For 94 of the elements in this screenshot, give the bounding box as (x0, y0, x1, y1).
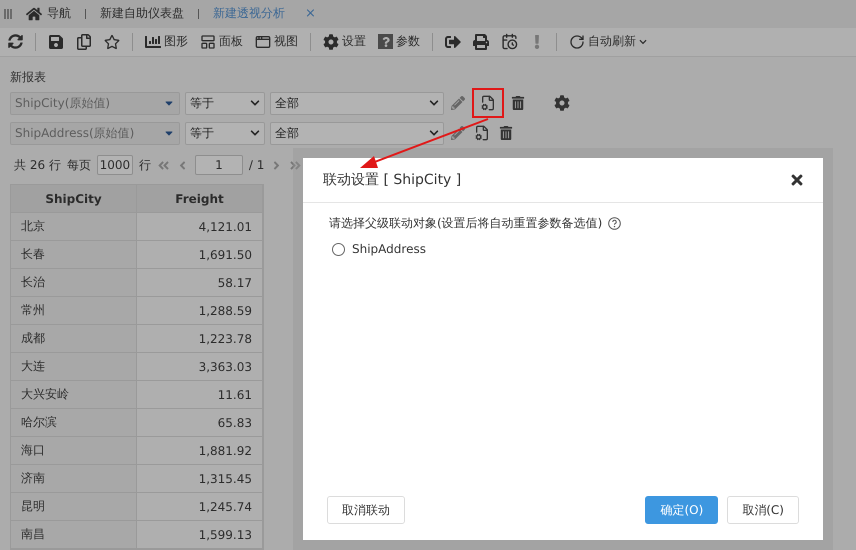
table-cell: 昆明 (11, 493, 137, 521)
home-icon (26, 6, 42, 22)
rows-unit-label: 行 (138, 156, 151, 174)
window-icon (255, 34, 271, 50)
calendar-clock-icon (501, 33, 518, 50)
toolbar-button[interactable] (76, 34, 92, 50)
table-cell: 1,245.74 (137, 493, 263, 521)
star-icon (104, 34, 120, 50)
table-cell: 1,223.78 (137, 325, 263, 353)
operator-select[interactable]: 等于 (185, 92, 265, 114)
toolbar-button[interactable]: 设置 (323, 33, 366, 50)
edit-button[interactable] (449, 124, 467, 142)
chevron-down-icon (429, 128, 439, 138)
table-cell: 大兴安岭 (11, 381, 137, 409)
page-field[interactable]: 1 (194, 155, 243, 175)
auto-refresh-dropdown[interactable]: 自动刷新 (569, 33, 647, 50)
pencil-icon (451, 126, 465, 140)
per-page-label: 每页 (66, 156, 91, 174)
operator-select[interactable]: 等于 (185, 122, 265, 144)
page-total: / 1 (248, 158, 264, 172)
settings-icon (323, 34, 339, 50)
table-cell: 成都 (11, 325, 137, 353)
table-cell: 北京 (11, 213, 137, 241)
table-cell: 1,315.45 (137, 465, 263, 493)
option-label[interactable]: ShipAddress (352, 242, 426, 256)
table-cell: 海口 (11, 437, 137, 465)
menu-icon[interactable] (4, 8, 12, 19)
export-icon (445, 34, 461, 50)
value-select[interactable]: 全部 (270, 92, 444, 114)
toolbar-button[interactable]: 面板 (200, 33, 243, 50)
dialog-button[interactable]: 取消联动 (327, 496, 405, 524)
settings-button[interactable] (552, 93, 572, 113)
close-icon (789, 172, 805, 188)
chevron-down-icon (639, 38, 647, 46)
file-gear-icon (480, 95, 496, 111)
table-cell: 65.83 (137, 409, 263, 437)
trash-icon (511, 96, 525, 110)
toolbar-button[interactable]: 参数 (378, 33, 420, 50)
table-cell: 58.17 (137, 269, 263, 297)
save-icon (48, 34, 64, 50)
table-cell: 长治 (11, 269, 137, 297)
table-cell: 南昌 (11, 521, 137, 549)
bar-chart-icon (145, 34, 161, 50)
per-page-field[interactable]: 1000 (96, 155, 133, 175)
auto-refresh-icon (569, 34, 585, 50)
chevron-down-icon (429, 98, 439, 108)
table-cell: 3,363.03 (137, 353, 263, 381)
table-cell: 哈尔滨 (11, 409, 137, 437)
report-title: 新报表 (10, 69, 47, 86)
table-cell: 长春 (11, 241, 137, 269)
table-cell: 济南 (11, 465, 137, 493)
radio-button[interactable] (332, 242, 345, 256)
table-cell: 常州 (11, 297, 137, 325)
dialog-button[interactable]: 取消(C) (727, 496, 799, 524)
chevron-down-icon (250, 98, 260, 108)
toolbar-button[interactable] (8, 34, 23, 50)
dialog-title: 联动设置 [ ShipCity ] (323, 171, 462, 189)
value-select[interactable]: 全部 (270, 122, 444, 144)
linkage-settings-button[interactable] (472, 88, 504, 118)
printer-icon (473, 34, 489, 50)
trash-icon (499, 126, 513, 140)
toolbar-button[interactable] (473, 34, 489, 50)
nav-tab[interactable]: 新建自助仪表盘 (96, 5, 188, 22)
toolbar-button[interactable]: 视图 (255, 33, 298, 50)
toolbar-button[interactable] (104, 34, 120, 50)
file-gear-icon (474, 125, 490, 141)
toolbar-button[interactable] (48, 34, 64, 50)
nav-tab[interactable]: 导航 (22, 5, 75, 22)
row-count: 共 26 行 (14, 156, 61, 174)
table-cell: 大连 (11, 353, 137, 381)
delete-button[interactable] (497, 124, 515, 142)
table-cell: 4,121.01 (137, 213, 263, 241)
dialog-prompt: 请选择父级联动对象(设置后将自动重置参数备选值) (329, 215, 602, 232)
table-cell: 1,288.59 (137, 297, 263, 325)
settings-icon (554, 95, 570, 111)
delete-button[interactable] (509, 94, 527, 112)
toolbar-button[interactable] (445, 34, 461, 50)
chevron-down-icon (250, 128, 260, 138)
help-icon (378, 34, 393, 50)
panel-layout-icon (200, 34, 216, 50)
table-cell: 11.61 (137, 381, 263, 409)
refresh-icon (8, 34, 23, 50)
copy-icon (76, 34, 92, 50)
table-cell: 1,881.92 (137, 437, 263, 465)
toolbar-button[interactable] (501, 33, 518, 50)
column-header: ShipCity (11, 185, 137, 213)
toolbar-button[interactable]: 图形 (145, 33, 188, 50)
edit-button[interactable] (449, 94, 467, 112)
table-cell: 1,691.50 (137, 241, 263, 269)
help-icon[interactable] (608, 217, 622, 230)
table-cell: 1,599.13 (137, 521, 263, 549)
close-button[interactable] (789, 172, 805, 188)
pencil-icon (451, 96, 465, 110)
column-header: Freight (137, 185, 263, 213)
